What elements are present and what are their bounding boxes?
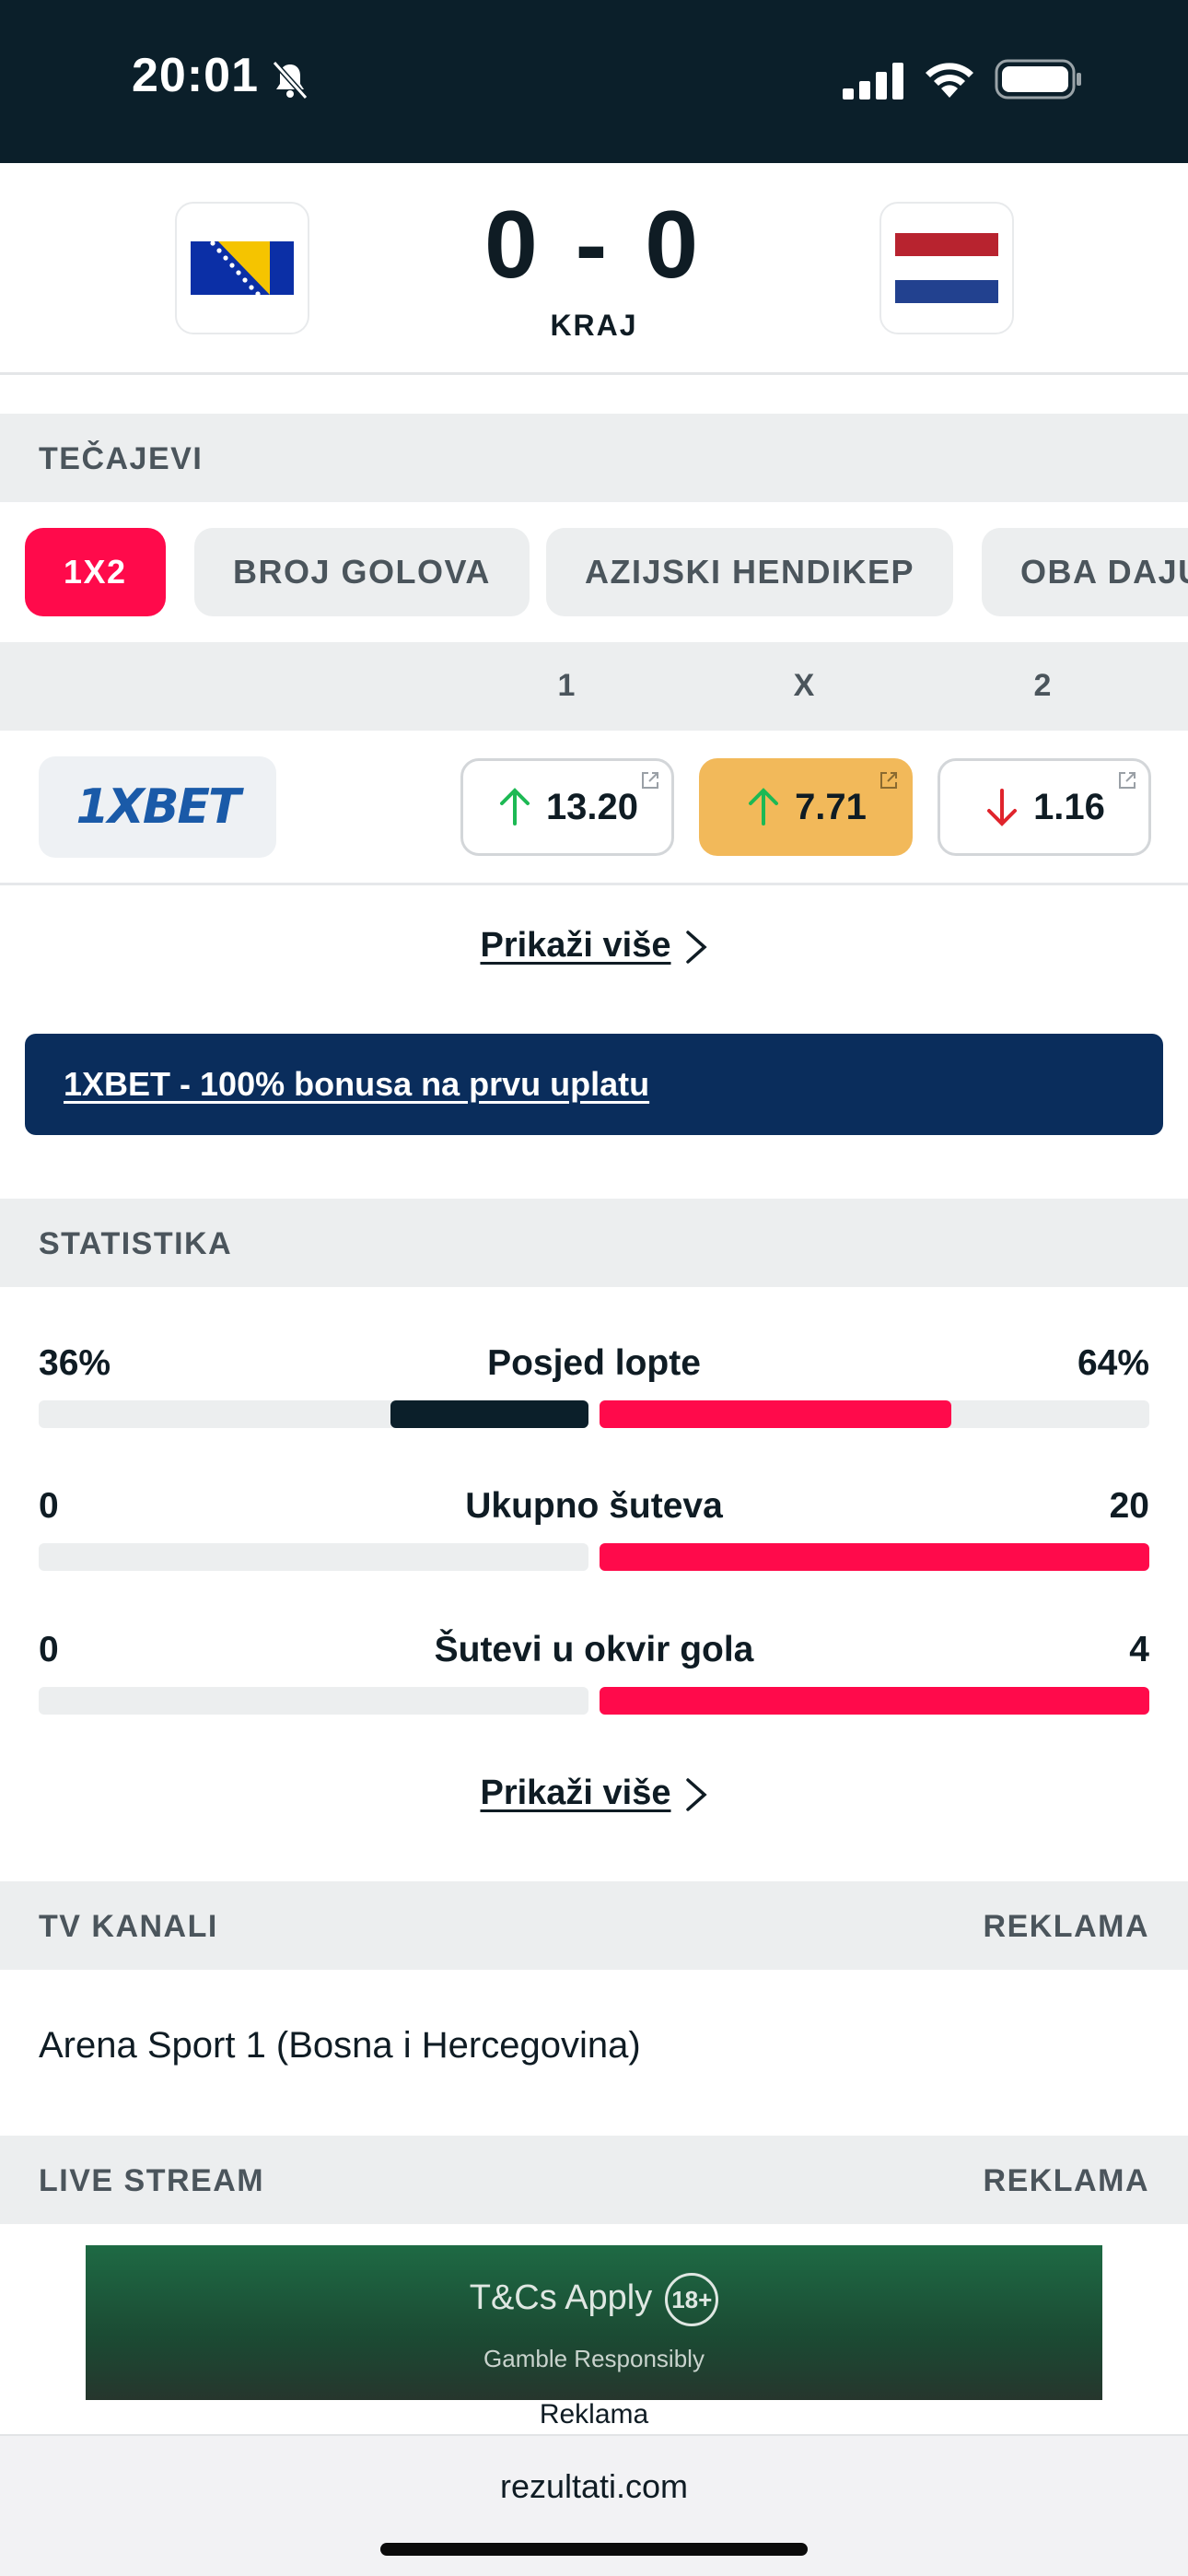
battery-icon	[995, 59, 1081, 100]
stat-away-track	[600, 1687, 1149, 1715]
odd-home-value: 13.20	[545, 786, 639, 827]
bosnia-flag-icon	[191, 241, 294, 295]
match-status: KRAJ	[550, 309, 638, 342]
browser-address-bar[interactable]: rezultati.com	[0, 2436, 1188, 2576]
chevron-right-icon	[685, 1778, 707, 1811]
arrow-down-icon	[987, 789, 1018, 826]
stat-label: Ukupno šuteva	[465, 1486, 723, 1526]
status-bar: 20:01	[0, 0, 1188, 163]
stat-home-track	[39, 1687, 588, 1715]
wifi-icon	[926, 63, 973, 98]
away-team-flag[interactable]	[879, 202, 1014, 334]
signal-icon	[843, 63, 903, 100]
ad-caption: Reklama	[539, 2399, 649, 2430]
odds-columns-header: 1 X 2	[0, 642, 1188, 731]
odd-away-button[interactable]: 1.16	[938, 758, 1151, 856]
promo-banner[interactable]: 1XBET - 100% bonusa na prvu uplatu	[25, 1034, 1163, 1135]
external-link-icon	[880, 772, 897, 789]
home-team-flag[interactable]	[175, 202, 309, 334]
stat-row-shots-on-target: 0 Šutevi u okvir gola 4	[39, 1630, 1149, 1740]
stat-label: Posjed lopte	[487, 1343, 701, 1383]
show-more-odds-label: Prikaži više	[480, 926, 671, 965]
tab-oba-daju[interactable]: OBA DAJU	[982, 528, 1188, 616]
arrow-up-icon	[499, 788, 530, 825]
section-title-odds: TEČAJEVI	[39, 441, 204, 476]
market-tabs: 1X2 BROJ GOLOVA AZIJSKI HENDIKEP OBA DAJ…	[0, 502, 1188, 640]
show-more-odds-link[interactable]: Prikaži više	[0, 926, 1188, 966]
ad-sub-text: Gamble Responsibly	[483, 2345, 705, 2372]
stream-ad-tag: REKLAMA	[983, 2163, 1149, 2198]
stat-away-track	[600, 1543, 1149, 1571]
stat-away-bar	[600, 1543, 1149, 1571]
odd-away-value: 1.16	[1033, 786, 1105, 827]
promo-text: 1XBET - 100% bonusa na prvu uplatu	[64, 1065, 650, 1103]
stat-away-value: 20	[1109, 1486, 1149, 1526]
odd-home-button[interactable]: 13.20	[460, 758, 674, 856]
bookmaker-name: 1XBET	[76, 779, 241, 835]
odd-draw-button[interactable]: 7.71	[699, 758, 913, 856]
chevron-right-icon	[685, 931, 707, 964]
show-more-stats-link[interactable]: Prikaži više	[0, 1774, 1188, 1813]
external-link-icon	[642, 772, 658, 789]
stat-home-bar	[390, 1400, 588, 1428]
odds-col-1: 1	[557, 668, 576, 703]
match-header: 0 - 0 KRAJ	[0, 163, 1188, 375]
external-link-icon	[1119, 772, 1136, 789]
tab-1x2[interactable]: 1X2	[25, 528, 166, 616]
bell-muted-icon	[272, 60, 309, 100]
match-score: 0 - 0	[483, 192, 705, 299]
odds-col-2: 2	[1033, 668, 1052, 703]
stat-away-bar	[600, 1687, 1149, 1715]
tab-broj-golova[interactable]: BROJ GOLOVA	[194, 528, 530, 616]
stat-row-possession: 36% Posjed lopte 64%	[39, 1343, 1149, 1454]
stat-away-bar	[600, 1400, 952, 1428]
section-title-tv: TV KANALI	[39, 1909, 218, 1944]
odds-row: 1XBET 13.20 7.71 1.16	[0, 731, 1188, 885]
show-more-stats-label: Prikaži više	[480, 1774, 671, 1812]
section-title-stats: STATISTIKA	[39, 1226, 233, 1261]
ad-main-line: T&Cs Apply 18+	[86, 2273, 1102, 2326]
odd-draw-value: 7.71	[795, 786, 867, 827]
netherlands-flag-icon	[895, 233, 998, 303]
stat-home-track	[39, 1543, 588, 1571]
stat-label: Šutevi u okvir gola	[434, 1630, 754, 1669]
odds-col-x: X	[793, 668, 815, 703]
stat-away-value: 64%	[1077, 1343, 1149, 1383]
stat-row-total-shots: 0 Ukupno šuteva 20	[39, 1486, 1149, 1597]
tab-azijski-hendikep[interactable]: AZIJSKI HENDIKEP	[546, 528, 954, 616]
site-domain: rezultati.com	[499, 2467, 689, 2505]
section-title-live-stream: LIVE STREAM	[39, 2163, 265, 2198]
tv-channel-item[interactable]: Arena Sport 1 (Bosna i Hercegovina)	[39, 2025, 641, 2067]
age-restriction-badge: 18+	[665, 2273, 719, 2326]
tv-section-header: TV KANALI REKLAMA	[0, 1881, 1188, 1970]
tv-ad-tag: REKLAMA	[983, 1909, 1149, 1944]
stats-section-header: STATISTIKA	[0, 1199, 1188, 1287]
arrow-up-icon	[749, 788, 779, 825]
live-stream-section-header: LIVE STREAM REKLAMA	[0, 2136, 1188, 2224]
home-indicator[interactable]	[380, 2543, 808, 2556]
status-time: 20:01	[132, 49, 259, 102]
stat-away-value: 4	[1129, 1630, 1149, 1669]
bookmaker-logo[interactable]: 1XBET	[39, 756, 276, 858]
stat-away-track	[600, 1400, 1149, 1428]
odds-section-header: TEČAJEVI	[0, 414, 1188, 502]
stat-home-track	[39, 1400, 588, 1428]
ad-banner[interactable]: T&Cs Apply 18+ Gamble Responsibly	[86, 2245, 1102, 2400]
ad-main-text: T&Cs Apply	[469, 2278, 653, 2318]
